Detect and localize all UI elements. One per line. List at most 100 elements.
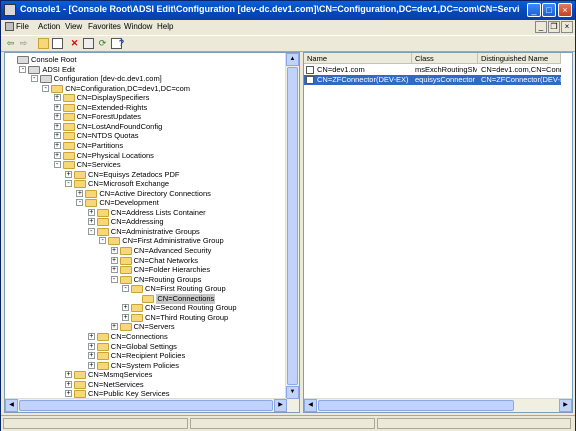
expand-icon[interactable]: +	[53, 113, 61, 121]
forward-icon[interactable]: ⇨	[18, 38, 29, 49]
tree-node[interactable]: - CN=Development	[76, 198, 285, 208]
column-header-dn[interactable]: Distinguished Name	[478, 53, 561, 64]
scroll-down-icon[interactable]: ▼	[286, 386, 299, 399]
tree-node[interactable]: + CN=Third Routing Group	[122, 313, 285, 323]
expand-icon[interactable]: +	[53, 151, 61, 159]
scroll-thumb[interactable]	[287, 67, 298, 385]
expand-icon[interactable]: +	[110, 266, 118, 274]
list-row[interactable]: CN=dev1.com msExchRoutingSM... CN=dev1.c…	[304, 65, 561, 75]
collapse-icon[interactable]: -	[99, 237, 107, 245]
tree-node[interactable]: - CN=Microsoft Exchange	[65, 179, 285, 189]
scroll-up-icon[interactable]: ▲	[286, 53, 299, 66]
menu-action[interactable]: Action	[38, 22, 60, 31]
tree-node[interactable]: + CN=Advanced Security	[110, 246, 285, 256]
scroll-right-icon[interactable]: ▶	[274, 399, 287, 412]
expand-icon[interactable]: +	[53, 132, 61, 140]
tree-node[interactable]: + CN=Chat Networks	[110, 256, 285, 266]
collapse-icon[interactable]: -	[87, 227, 95, 235]
collapse-icon[interactable]: -	[65, 180, 72, 188]
list-horizontal-scrollbar[interactable]: ◀ ▶	[304, 398, 572, 412]
title-bar[interactable]: Console1 - [Console Root\ADSI Edit\Confi…	[1, 1, 575, 20]
expand-icon[interactable]: +	[87, 332, 95, 340]
tree-node[interactable]: + CN=Partitions	[53, 141, 285, 151]
minimize-button[interactable]: _	[527, 3, 541, 17]
scroll-right-icon[interactable]: ▶	[559, 399, 572, 412]
column-header-class[interactable]: Class	[412, 53, 478, 64]
expand-icon[interactable]: +	[110, 247, 118, 254]
tree-node[interactable]: - CN=Services	[53, 160, 285, 170]
menu-favorites[interactable]: Favorites	[88, 22, 121, 31]
tree-node[interactable]: - CN=Administrative Groups	[87, 227, 285, 237]
child-restore-button[interactable]: ❐	[548, 21, 560, 33]
tree-node[interactable]: + CN=Recipient Policies	[87, 351, 285, 361]
expand-icon[interactable]: +	[53, 141, 61, 149]
menu-file[interactable]: File	[5, 22, 29, 32]
tree-node[interactable]: + CN=Addressing	[87, 217, 285, 227]
expand-icon[interactable]: +	[122, 313, 129, 321]
expand-icon[interactable]: +	[65, 170, 72, 178]
menu-help[interactable]: Help	[157, 22, 173, 31]
scroll-thumb-h[interactable]	[318, 400, 514, 411]
list-row-selected[interactable]: CN=ZFConnector(DEV-EX) equisysConnector …	[304, 75, 561, 85]
tree-node[interactable]: + CN=Active Directory Connections	[76, 189, 285, 199]
expand-icon[interactable]: +	[53, 122, 61, 130]
properties-icon[interactable]	[83, 38, 94, 49]
tree-node[interactable]: Console Root	[8, 55, 285, 65]
help-icon[interactable]: ?	[116, 38, 127, 49]
tree-node[interactable]: + CN=Global Settings	[87, 342, 285, 352]
result-pane[interactable]: Name Class Distinguished Name CN=dev1.co…	[303, 52, 573, 413]
expand-icon[interactable]: +	[87, 208, 95, 216]
tree-node[interactable]: + CN=Equisys Zetadocs PDF	[65, 170, 285, 180]
collapse-icon[interactable]: -	[30, 75, 38, 83]
child-close-button[interactable]: ×	[561, 21, 573, 33]
collapse-icon[interactable]: -	[42, 84, 50, 92]
expand-icon[interactable]: +	[53, 94, 61, 102]
show-hide-tree-icon[interactable]	[52, 38, 63, 49]
delete-icon[interactable]: ✕	[69, 38, 80, 49]
tree-node[interactable]: + CN=LostAndFoundConfig	[53, 122, 285, 132]
expand-icon[interactable]: +	[53, 103, 61, 111]
tree-node[interactable]: + CN=Servers	[110, 322, 285, 332]
expand-icon[interactable]: +	[87, 218, 95, 226]
tree-node[interactable]: + CN=DisplaySpecifiers	[53, 93, 285, 103]
close-button[interactable]: ×	[558, 3, 572, 17]
expand-icon[interactable]: +	[110, 256, 118, 264]
tree-node[interactable]: + CN=Physical Locations	[53, 151, 285, 161]
collapse-icon[interactable]: -	[19, 65, 27, 73]
menu-window[interactable]: Window	[124, 22, 152, 31]
tree-horizontal-scrollbar[interactable]: ◀ ▶	[5, 398, 287, 412]
tree-pane[interactable]: Console Root - ADSI Edit - Configuration [de…	[4, 52, 300, 413]
scroll-left-icon[interactable]: ◀	[5, 399, 18, 412]
expand-icon[interactable]: +	[76, 189, 84, 197]
expand-icon[interactable]: +	[122, 304, 129, 312]
collapse-icon[interactable]: -	[122, 285, 129, 293]
expand-icon[interactable]: +	[87, 342, 95, 350]
console-app-icon[interactable]	[4, 4, 16, 16]
tree-node[interactable]: + CN=MsmqServices	[65, 370, 285, 380]
tree-node[interactable]: - CN=First Routing Group	[122, 284, 285, 294]
expand-icon[interactable]: +	[87, 352, 95, 360]
tree-node[interactable]: + CN=Second Routing Group	[122, 303, 285, 313]
tree-node[interactable]: + CN=NetServices	[65, 380, 285, 390]
expand-icon[interactable]: +	[65, 380, 72, 388]
tree-node[interactable]: + CN=System Policies	[87, 361, 285, 371]
tree-node[interactable]: CN=Connections	[133, 293, 285, 304]
expand-icon[interactable]: +	[65, 371, 72, 379]
tree-node[interactable]: + CN=ForestUpdates	[53, 112, 285, 122]
collapse-icon[interactable]: -	[110, 275, 118, 283]
tree-node[interactable]: + CN=Connections	[87, 332, 285, 342]
tree-node[interactable]: + CN=Address Lists Container	[87, 208, 285, 218]
back-icon[interactable]: ⇦	[5, 38, 16, 49]
up-one-level-icon[interactable]	[38, 38, 49, 49]
tree-vertical-scrollbar[interactable]: ▲ ▼	[285, 53, 299, 412]
expand-icon[interactable]: +	[110, 323, 118, 331]
tree-node[interactable]: - ADSI Edit	[19, 65, 285, 75]
tree-node[interactable]: + CN=Extended-Rights	[53, 103, 285, 113]
column-header-name[interactable]: Name	[304, 53, 412, 64]
expand-icon[interactable]: +	[65, 390, 72, 398]
tree-node[interactable]: - CN=Routing Groups	[110, 275, 285, 285]
expand-icon[interactable]: +	[87, 361, 95, 369]
tree-node[interactable]: + CN=Folder Hierarchies	[110, 265, 285, 275]
scroll-thumb-h[interactable]	[19, 400, 273, 411]
child-minimize-button[interactable]: _	[535, 21, 547, 33]
